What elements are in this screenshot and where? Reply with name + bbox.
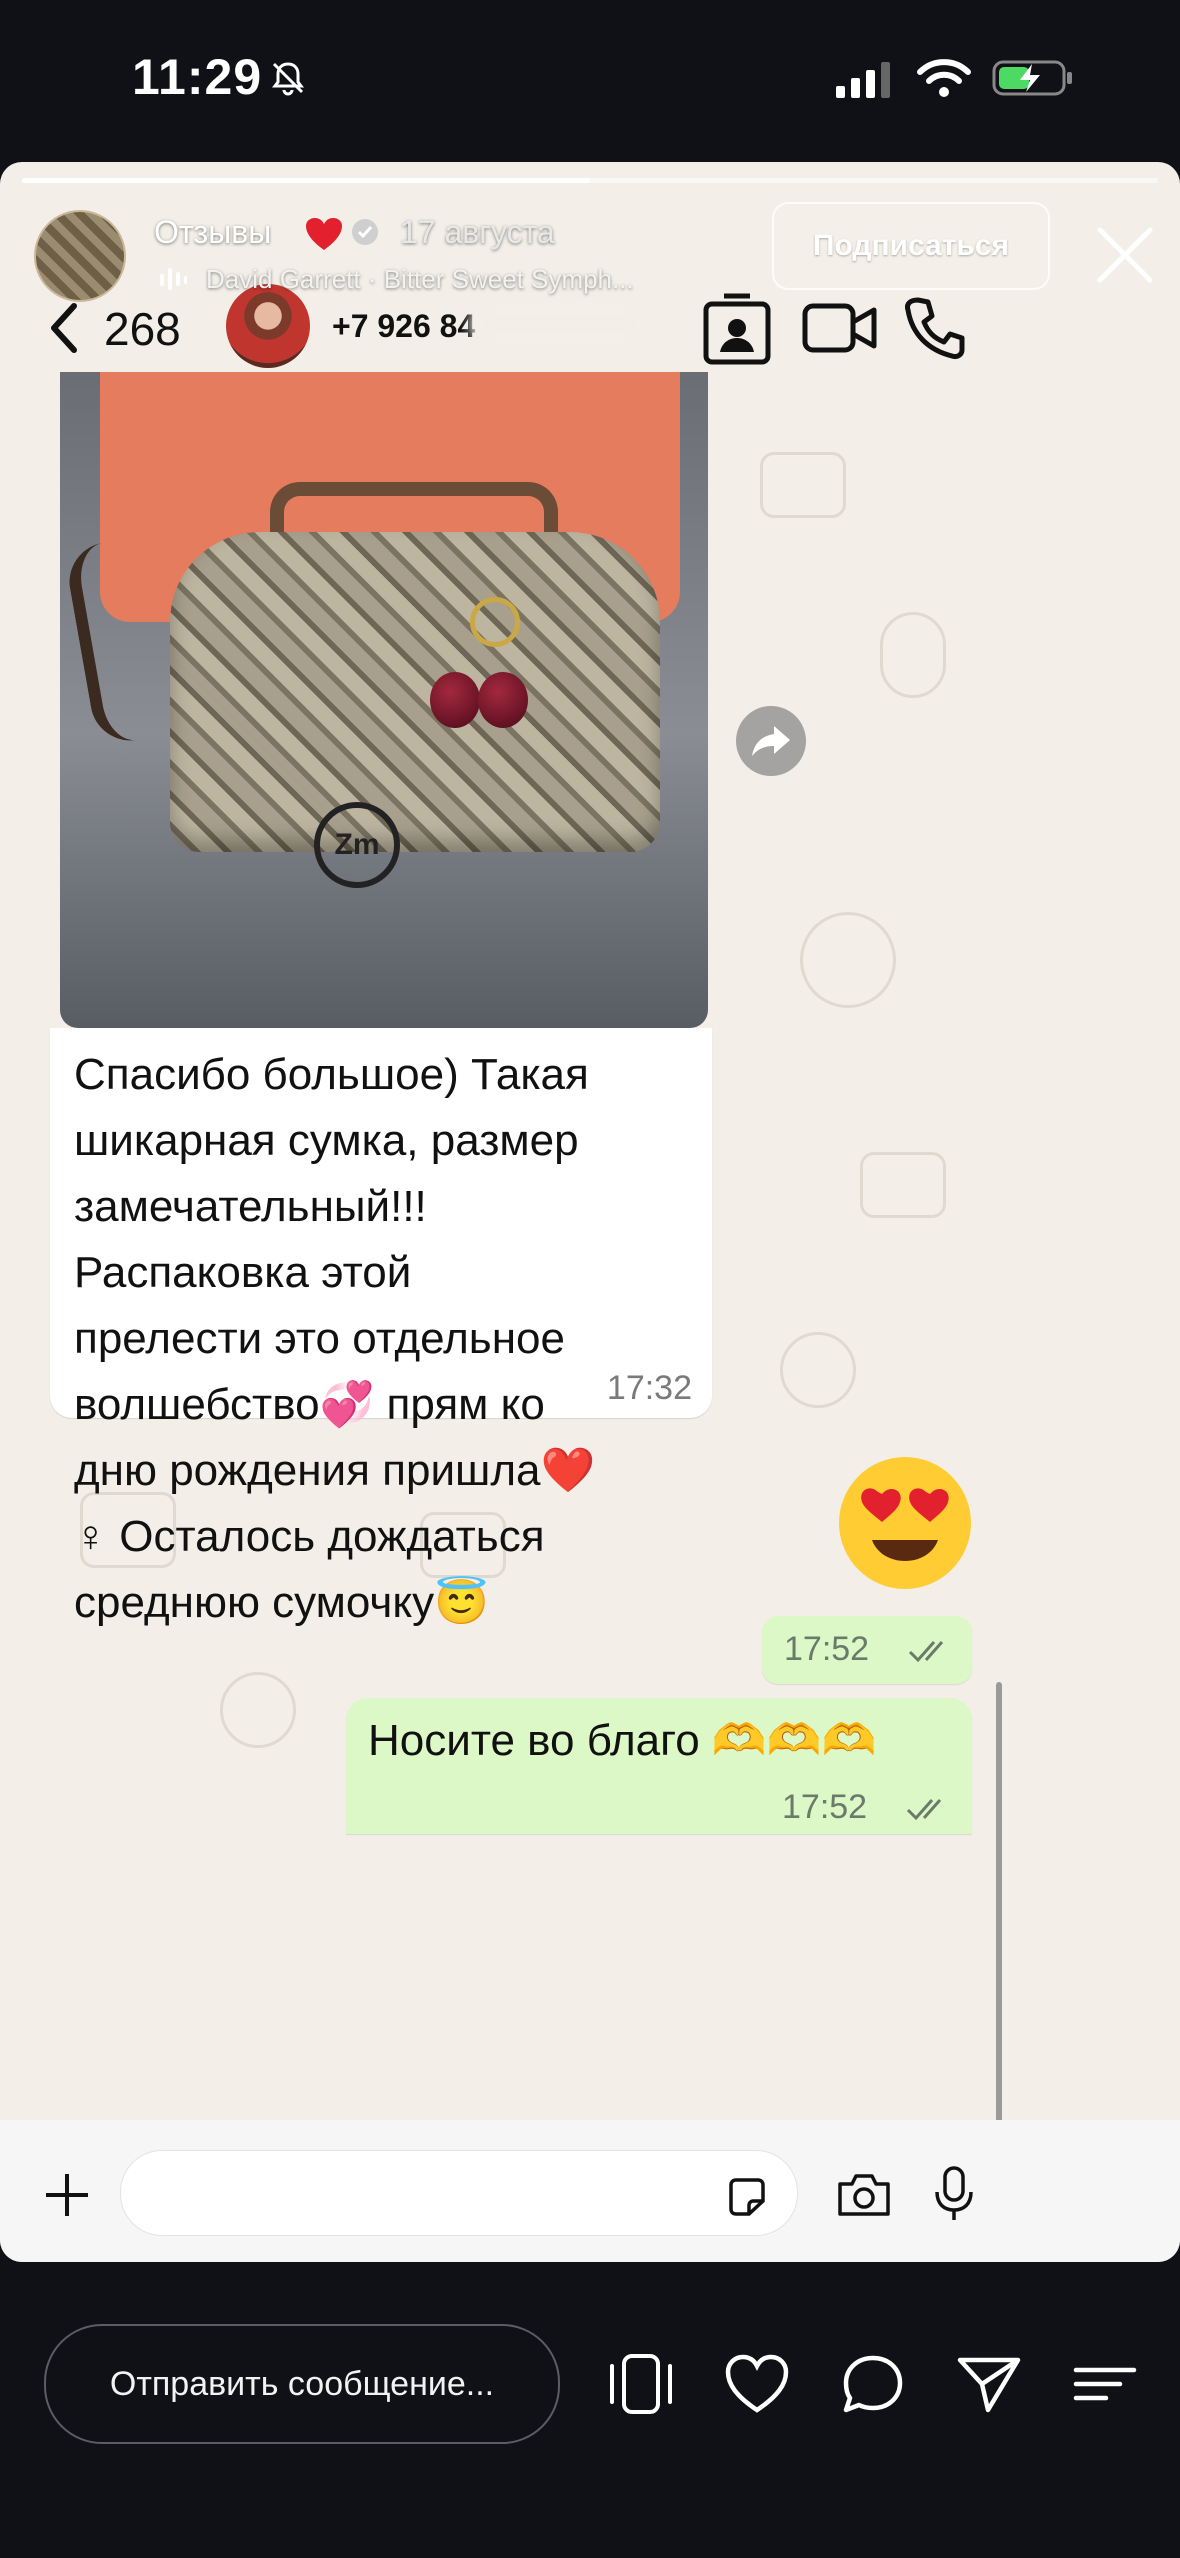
sticker-icon[interactable] bbox=[725, 2175, 769, 2219]
photo-brand-logo: Zm bbox=[314, 802, 400, 888]
story-header: Отзывы 17 августа David Garrett · Bitter… bbox=[0, 202, 1180, 332]
message-composer bbox=[0, 2120, 1180, 2262]
close-icon[interactable] bbox=[1094, 224, 1156, 286]
microphone-icon[interactable] bbox=[932, 2166, 976, 2222]
wallpaper-doodle bbox=[780, 1332, 856, 1408]
story-progress-bar bbox=[22, 178, 1158, 183]
message-time: 17:52 bbox=[784, 1630, 870, 1668]
double-check-icon bbox=[908, 1641, 944, 1663]
message-photo[interactable]: Zm bbox=[60, 372, 708, 1028]
story-music-label[interactable]: David Garrett · Bitter Sweet Symph... bbox=[206, 264, 634, 295]
story-avatar[interactable] bbox=[34, 210, 126, 302]
music-waveform-icon bbox=[160, 268, 187, 290]
photo-cherry bbox=[430, 672, 480, 728]
send-message-input[interactable]: Отправить сообщение... bbox=[44, 2324, 560, 2444]
cellular-signal-icon bbox=[836, 62, 890, 98]
story-user-name[interactable]: Отзывы bbox=[154, 214, 271, 251]
tap-layout-icon[interactable] bbox=[606, 2352, 676, 2416]
wifi-icon bbox=[917, 59, 971, 97]
outgoing-message-bubble[interactable]: Носите во благо 🫶🫶🫶 17:52 bbox=[346, 1698, 972, 1834]
photo-handbag bbox=[170, 532, 660, 852]
bell-muted-icon bbox=[272, 62, 304, 96]
message-time: 17:52 bbox=[782, 1788, 868, 1826]
outgoing-emoji-time-bubble[interactable]: 17:52 bbox=[762, 1616, 972, 1684]
heart-emoji-icon bbox=[306, 218, 342, 250]
send-share-icon[interactable] bbox=[954, 2352, 1024, 2416]
outgoing-message-text: Носите во благо 🫶🫶🫶 bbox=[368, 1716, 877, 1765]
comment-icon[interactable] bbox=[838, 2352, 908, 2416]
story-reply-bar: Отправить сообщение... bbox=[0, 2262, 1180, 2558]
wallpaper-doodle bbox=[800, 912, 896, 1008]
story-progress-fill bbox=[22, 178, 590, 183]
wallpaper-doodle bbox=[860, 1152, 946, 1218]
wallpaper-doodle bbox=[880, 612, 946, 698]
wallpaper-doodle bbox=[760, 452, 846, 518]
heart-like-icon[interactable] bbox=[722, 2352, 792, 2416]
subscribe-button[interactable]: Подписаться bbox=[772, 202, 1050, 290]
message-input[interactable] bbox=[120, 2150, 798, 2236]
status-bar: 11:29 bbox=[0, 0, 1180, 160]
photo-charm bbox=[470, 597, 520, 647]
message-time: 17:32 bbox=[606, 1369, 692, 1407]
camera-icon[interactable] bbox=[836, 2172, 892, 2218]
heart-eyes-emoji-icon[interactable] bbox=[834, 1452, 976, 1594]
menu-icon[interactable] bbox=[1070, 2352, 1140, 2416]
incoming-message-bubble[interactable]: Спасибо большое) Такая шикарная сумка, р… bbox=[50, 1028, 712, 1627]
clock: 11:29 bbox=[132, 49, 263, 105]
story-date: 17 августа bbox=[400, 214, 555, 250]
battery-charging-icon bbox=[992, 60, 1072, 96]
photo-cherry bbox=[478, 672, 528, 728]
story-card: 268 +7 926 84 Отзывы 17 августа David Ga… bbox=[0, 162, 1180, 2262]
plus-icon[interactable] bbox=[42, 2170, 92, 2220]
incoming-message-text: Спасибо большое) Такая шикарная сумка, р… bbox=[74, 1050, 596, 1627]
wallpaper-doodle bbox=[220, 1672, 296, 1748]
verified-badge-icon bbox=[352, 219, 378, 245]
forward-icon[interactable] bbox=[736, 706, 806, 776]
double-check-icon bbox=[906, 1799, 942, 1821]
chat-area: Zm Спасибо большое) Такая шикарная сумка… bbox=[0, 372, 1020, 2252]
